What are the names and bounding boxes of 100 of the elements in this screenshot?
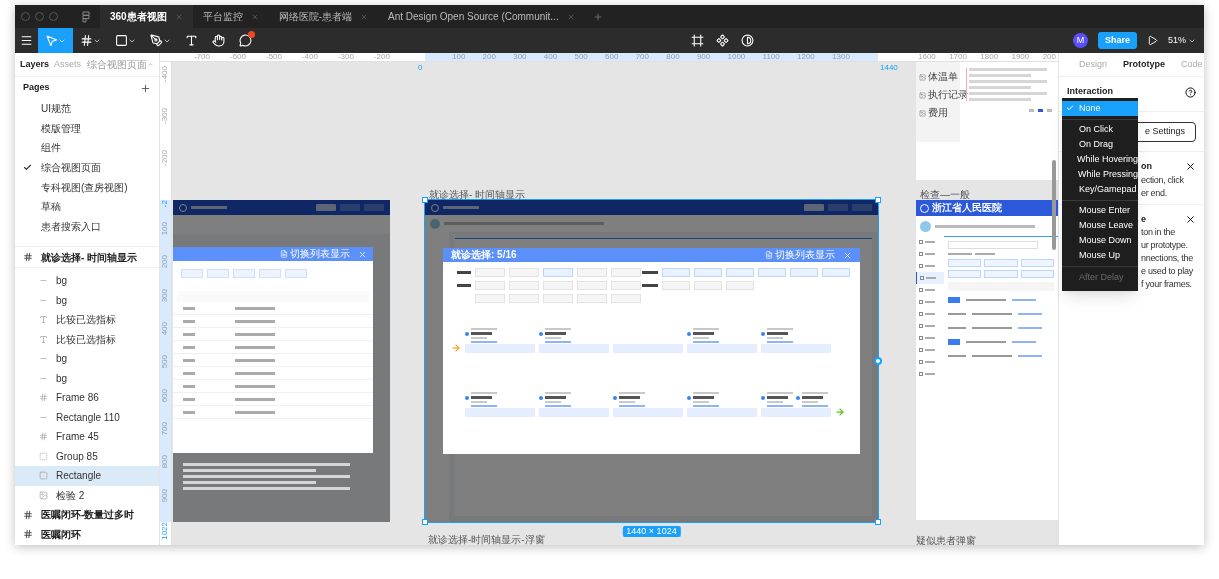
text-line bbox=[235, 306, 275, 310]
page-item[interactable]: 模版管理 bbox=[15, 118, 159, 139]
close-icon[interactable] bbox=[1185, 213, 1196, 225]
nav-item: 体温单 bbox=[928, 72, 958, 82]
filter-chip bbox=[475, 268, 505, 277]
document-tab[interactable]: Ant Design Open Source (Communit... bbox=[378, 5, 585, 28]
ruler-label: 700 bbox=[161, 421, 169, 436]
link-line bbox=[545, 405, 571, 407]
panel-tab[interactable]: Layers bbox=[20, 57, 50, 72]
layer-item[interactable]: Rectangle bbox=[15, 466, 159, 486]
layer-item[interactable]: bg bbox=[15, 290, 159, 311]
user-avatar[interactable]: M bbox=[1072, 33, 1088, 48]
menu-item[interactable]: Key/Gamepad bbox=[1062, 182, 1138, 197]
image-icon bbox=[919, 109, 926, 117]
ruler-label: 700 bbox=[635, 53, 649, 61]
layer-item[interactable]: 就诊选择- 时间轴显示 bbox=[15, 246, 159, 269]
layer-item[interactable]: bg bbox=[15, 368, 159, 389]
menu-item[interactable]: Mouse Enter bbox=[1062, 203, 1138, 219]
menu-item[interactable]: Mouse Leave bbox=[1062, 218, 1138, 234]
component-icon[interactable] bbox=[716, 34, 729, 47]
image-icon bbox=[919, 73, 926, 81]
filter-chip bbox=[611, 294, 641, 303]
resize-handle bbox=[422, 197, 428, 203]
ruler-label: 1022 bbox=[161, 522, 169, 540]
text-line bbox=[948, 313, 966, 315]
filter-chip bbox=[285, 269, 307, 278]
ruler-label: 1800 bbox=[980, 53, 999, 61]
filter-chip bbox=[726, 281, 754, 290]
date-scale-bar bbox=[613, 407, 683, 417]
nav-icon bbox=[919, 348, 923, 352]
menu-item[interactable]: While Pressing bbox=[1062, 167, 1138, 182]
layer-item[interactable]: 医嘱闭环 bbox=[15, 524, 159, 545]
layer-item[interactable]: 比较已选指标 bbox=[15, 310, 159, 330]
menu-item[interactable]: Mouse Down bbox=[1062, 233, 1138, 249]
ruler-label: 100 bbox=[452, 53, 466, 61]
layer-item[interactable]: Rectangle 110 bbox=[15, 407, 159, 428]
text-icon bbox=[39, 315, 48, 325]
layer-item[interactable]: 医嘱闭环-数量过多时 bbox=[15, 505, 159, 525]
page-item[interactable]: 草稿 bbox=[15, 196, 159, 217]
ruler-label: 500 bbox=[574, 53, 588, 61]
document-tab[interactable]: 360患者视图 bbox=[100, 5, 193, 28]
menu-item[interactable]: While Hovering bbox=[1062, 152, 1138, 168]
page-item[interactable]: 专科视图(查房视图) bbox=[15, 177, 159, 197]
layer-item[interactable]: bg bbox=[15, 271, 159, 291]
ruler-label: 0 bbox=[418, 63, 423, 72]
filter-chip bbox=[181, 269, 203, 278]
text-line bbox=[235, 319, 275, 323]
text-line bbox=[802, 396, 823, 399]
ruler-label: -300 bbox=[161, 108, 169, 124]
filter-chip bbox=[662, 268, 690, 277]
document-icon bbox=[280, 250, 288, 258]
ruler-label: 100 bbox=[161, 222, 169, 236]
document-icon bbox=[765, 251, 773, 259]
zoom-menu[interactable]: 51% bbox=[1168, 33, 1196, 48]
help-text: ton in the bbox=[1141, 226, 1176, 239]
ruler-label: -700 bbox=[194, 53, 210, 61]
ruler-label: 200 bbox=[482, 53, 496, 61]
nav-item: 执行记录 bbox=[928, 90, 968, 100]
close-icon[interactable] bbox=[1185, 161, 1196, 173]
page-item[interactable]: 患者搜索入口 bbox=[15, 216, 159, 237]
text-line bbox=[471, 392, 497, 394]
frame[interactable]: 体温单 执行记录 费用 bbox=[916, 62, 1058, 180]
text-line bbox=[693, 392, 719, 394]
layer-item[interactable]: 比较已选指标 bbox=[15, 329, 159, 350]
help-icon[interactable] bbox=[1185, 86, 1196, 98]
arrow-icon bbox=[835, 407, 845, 417]
text-line bbox=[948, 327, 966, 329]
frame-icon[interactable] bbox=[691, 34, 704, 47]
text-icon bbox=[39, 334, 48, 344]
filter-chip bbox=[577, 281, 607, 290]
layer-item[interactable]: bg bbox=[15, 349, 159, 369]
text-line bbox=[948, 355, 966, 357]
text-line bbox=[545, 332, 566, 335]
filter-chip bbox=[577, 268, 607, 277]
ruler-label: -200 bbox=[373, 53, 390, 61]
frame[interactable]: 浙江省人民医院 bbox=[916, 200, 1058, 520]
document-tab[interactable]: 网络医院-患者端 bbox=[268, 5, 379, 28]
help-text: e used to play bbox=[1141, 265, 1193, 278]
layer-item[interactable]: Frame 86 bbox=[15, 388, 159, 408]
panel-tab[interactable]: Prototype bbox=[1123, 57, 1166, 72]
page-item[interactable]: UI规范 bbox=[15, 99, 159, 119]
layer-item[interactable]: Group 85 bbox=[15, 446, 159, 467]
play-icon[interactable] bbox=[1147, 35, 1158, 46]
help-text: nnections, the bbox=[1141, 252, 1193, 265]
layer-item[interactable]: Frame 45 bbox=[15, 427, 159, 447]
caret-icon bbox=[147, 61, 154, 68]
add-icon[interactable] bbox=[140, 82, 151, 94]
nav-icon bbox=[920, 276, 924, 280]
menu-item[interactable]: Mouse Up bbox=[1062, 248, 1138, 263]
page-item[interactable]: 综合视图页面 bbox=[15, 157, 159, 178]
text-line bbox=[235, 358, 275, 362]
document-tab[interactable]: 平台监控 bbox=[192, 5, 269, 28]
text-line bbox=[767, 401, 783, 403]
contrast-icon[interactable] bbox=[741, 34, 754, 47]
menu-icon[interactable] bbox=[20, 34, 33, 47]
ruler-label: 300 bbox=[513, 53, 527, 61]
text-line bbox=[767, 337, 783, 339]
layer-item[interactable]: 检验 2 bbox=[15, 485, 159, 506]
page-item[interactable]: 组件 bbox=[15, 138, 159, 158]
date-scale-bar bbox=[687, 343, 757, 353]
